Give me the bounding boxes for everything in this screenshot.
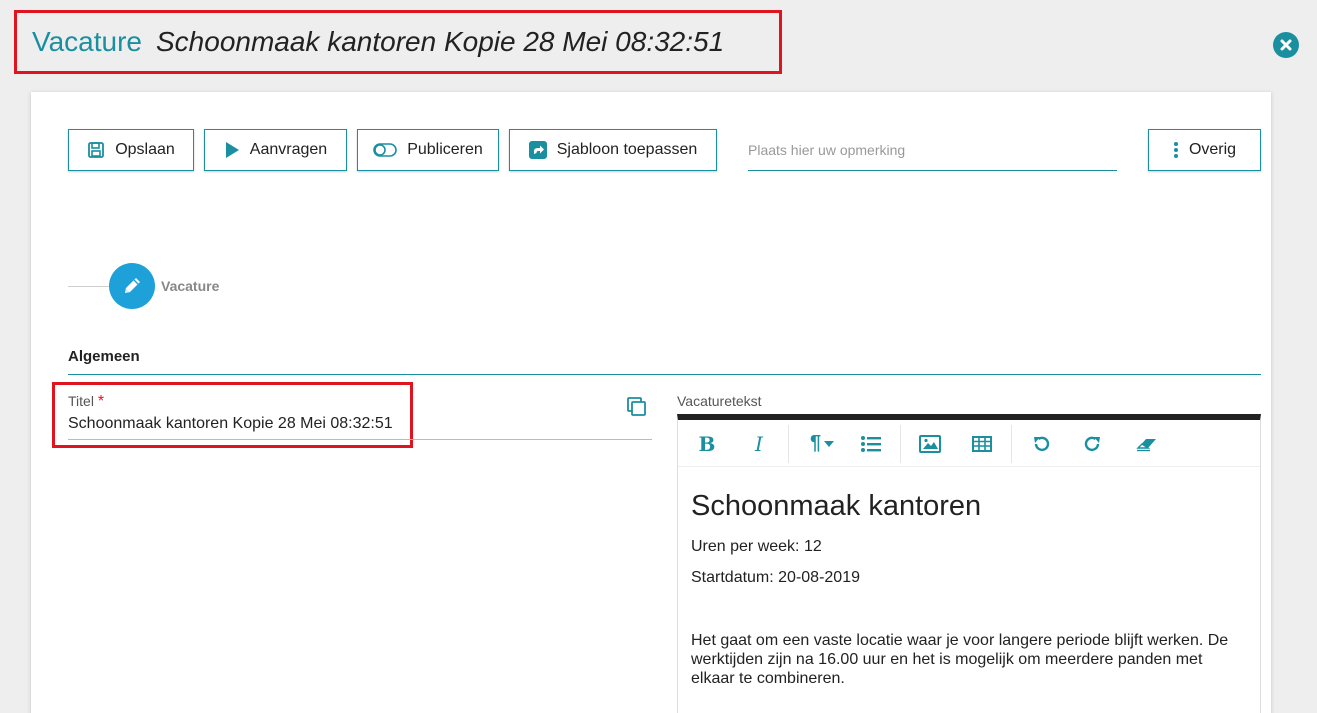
more-button-label: Overig xyxy=(1188,141,1237,158)
publish-button[interactable]: Publiceren xyxy=(357,129,499,171)
eraser-icon xyxy=(1136,438,1156,451)
content-hours: Uren per week: 12 xyxy=(691,538,822,555)
titel-label: Titel * xyxy=(68,393,104,411)
section-divider xyxy=(68,374,1261,375)
undo-button[interactable] xyxy=(1023,420,1059,467)
titel-label-text: Titel xyxy=(68,393,94,409)
remark-input[interactable] xyxy=(748,141,1117,158)
content-body: Het gaat om een vaste locatie waar je vo… xyxy=(691,632,1229,687)
rich-text-editor: B I ¶ Schoonmaak kantoren Uren per week:… xyxy=(677,414,1261,713)
apply-template-button[interactable]: Sjabloon toepassen xyxy=(509,129,717,171)
required-mark: * xyxy=(97,393,105,410)
copy-icon xyxy=(627,397,646,416)
pencil-icon xyxy=(125,278,140,293)
toolbar-separator xyxy=(900,425,901,463)
editor-label: Vacaturetekst xyxy=(677,393,762,409)
editor-toolbar: B I ¶ xyxy=(678,420,1260,467)
redo-icon xyxy=(1084,436,1100,451)
table-icon xyxy=(972,435,992,452)
more-button[interactable]: Overig xyxy=(1148,129,1261,171)
save-button[interactable]: Opslaan xyxy=(68,129,194,171)
toggle-icon xyxy=(373,143,397,157)
page-title: Schoonmaak kantoren Kopie 28 Mei 08:32:5… xyxy=(156,26,725,57)
main-card: Opslaan Aanvragen Publiceren Sjabloon to… xyxy=(31,92,1271,713)
step-vacature[interactable] xyxy=(109,263,155,309)
image-icon xyxy=(919,434,941,453)
save-button-label: Opslaan xyxy=(115,141,175,158)
caret-down-icon xyxy=(824,440,835,447)
play-icon xyxy=(224,141,240,159)
content-heading: Schoonmaak kantoren xyxy=(691,490,982,522)
italic-button[interactable]: I xyxy=(741,420,777,467)
insert-table-button[interactable] xyxy=(964,420,1000,467)
vertical-dots-icon xyxy=(1173,141,1179,159)
stepper: Vacature xyxy=(68,263,368,309)
toolbar-separator xyxy=(1011,425,1012,463)
titel-underline xyxy=(68,439,652,440)
undo-icon xyxy=(1034,436,1050,451)
bold-button[interactable]: B xyxy=(689,420,725,467)
titel-input[interactable]: Schoonmaak kantoren Kopie 28 Mei 08:32:5… xyxy=(68,415,393,433)
redo-button[interactable] xyxy=(1075,420,1111,467)
remark-field[interactable] xyxy=(748,129,1117,171)
step-connector xyxy=(68,286,110,287)
request-button[interactable]: Aanvragen xyxy=(204,129,347,171)
copy-button[interactable] xyxy=(626,396,648,418)
content-start-date: Startdatum: 20-08-2019 xyxy=(691,569,860,586)
paragraph-format-button[interactable]: ¶ xyxy=(802,420,842,467)
step-label: Vacature xyxy=(161,278,220,294)
insert-image-button[interactable] xyxy=(912,420,948,467)
page-header: Vacature Schoonmaak kantoren Kopie 28 Me… xyxy=(0,0,1317,92)
floppy-icon xyxy=(87,141,105,159)
toolbar: Opslaan Aanvragen Publiceren Sjabloon to… xyxy=(68,129,1261,173)
publish-button-label: Publiceren xyxy=(407,141,483,158)
title-highlight: Vacature Schoonmaak kantoren Kopie 28 Me… xyxy=(14,10,782,74)
request-button-label: Aanvragen xyxy=(249,141,328,158)
list-icon xyxy=(861,435,881,452)
apply-template-label: Sjabloon toepassen xyxy=(556,141,698,158)
paragraph-icon: ¶ xyxy=(809,432,822,454)
page-title-prefix: Vacature xyxy=(32,26,142,57)
toolbar-separator xyxy=(788,425,789,463)
bullet-list-button[interactable] xyxy=(853,420,889,467)
editor-content[interactable]: Schoonmaak kantoren Uren per week: 12 St… xyxy=(691,490,1241,688)
section-title: Algemeen xyxy=(68,348,140,365)
clear-format-button[interactable] xyxy=(1129,420,1165,467)
close-button[interactable] xyxy=(1273,32,1299,58)
share-arrow-icon xyxy=(528,141,547,159)
close-icon xyxy=(1280,39,1292,51)
